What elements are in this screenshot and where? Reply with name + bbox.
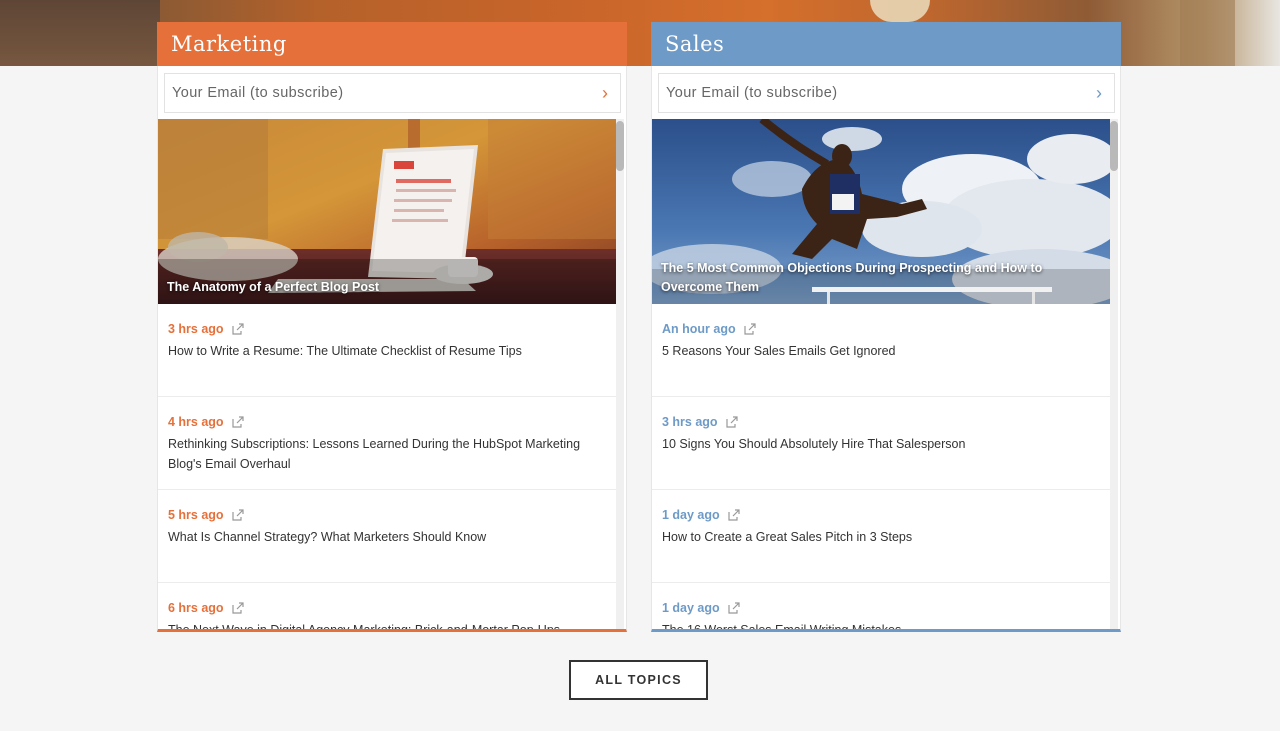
share-icon[interactable] xyxy=(725,416,738,428)
scrollbar-thumb[interactable] xyxy=(616,121,624,171)
chevron-right-icon[interactable]: › xyxy=(1096,84,1102,102)
column-title: Marketing xyxy=(171,32,287,56)
featured-post[interactable]: The Anatomy of a Perfect Blog Post xyxy=(158,119,616,304)
all-topics-label: ALL TOPICS xyxy=(595,673,682,687)
share-icon[interactable] xyxy=(231,323,244,335)
featured-post-title[interactable]: The Anatomy of a Perfect Blog Post xyxy=(167,278,596,297)
feed-scrollbar[interactable] xyxy=(616,119,624,629)
post-meta: 1 day ago xyxy=(662,601,1100,615)
post-meta: 6 hrs ago xyxy=(168,601,606,615)
hero-shape xyxy=(1180,0,1235,66)
post-title[interactable]: How to Create a Great Sales Pitch in 3 S… xyxy=(662,527,1100,547)
scrollbar-thumb[interactable] xyxy=(1110,121,1118,171)
post-title[interactable]: The 16 Worst Sales Email Writing Mistake… xyxy=(662,620,1100,629)
post-time: 5 hrs ago xyxy=(168,508,224,522)
list-item[interactable]: 1 day ago How to Create a Great Sales Pi… xyxy=(652,490,1110,583)
marketing-column: Marketing › xyxy=(157,22,627,632)
hero-shape xyxy=(870,0,930,22)
post-meta: 3 hrs ago xyxy=(168,322,606,336)
share-icon[interactable] xyxy=(231,509,244,521)
share-icon[interactable] xyxy=(231,602,244,614)
post-title[interactable]: 10 Signs You Should Absolutely Hire That… xyxy=(662,434,1100,454)
post-meta: 4 hrs ago xyxy=(168,415,606,429)
list-item[interactable]: 5 hrs ago What Is Channel Strategy? What… xyxy=(158,490,616,583)
post-meta: 3 hrs ago xyxy=(662,415,1100,429)
list-item[interactable]: 6 hrs ago The Next Wave in Digital Agenc… xyxy=(158,583,616,629)
sales-header: Sales xyxy=(651,22,1121,66)
email-subscribe-input[interactable] xyxy=(666,85,1066,101)
share-icon[interactable] xyxy=(744,323,756,335)
post-time: An hour ago xyxy=(662,322,736,336)
post-title[interactable]: The Next Wave in Digital Agency Marketin… xyxy=(168,620,606,629)
post-meta: 1 day ago xyxy=(662,508,1100,522)
post-title[interactable]: What Is Channel Strategy? What Marketers… xyxy=(168,527,606,547)
post-meta: 5 hrs ago xyxy=(168,508,606,522)
laptop-blog-photo xyxy=(158,119,616,304)
feed-scrollbar[interactable] xyxy=(1110,119,1118,629)
featured-post-title[interactable]: The 5 Most Common Objections During Pros… xyxy=(661,259,1090,297)
post-title[interactable]: Rethinking Subscriptions: Lessons Learne… xyxy=(168,434,606,474)
post-time: 3 hrs ago xyxy=(168,322,224,336)
sales-column: Sales › xyxy=(651,22,1121,632)
list-item[interactable]: 4 hrs ago Rethinking Subscriptions: Less… xyxy=(158,397,616,490)
post-time: 3 hrs ago xyxy=(662,415,718,429)
post-time: 1 day ago xyxy=(662,508,720,522)
column-title: Sales xyxy=(665,32,725,56)
post-title[interactable]: How to Write a Resume: The Ultimate Chec… xyxy=(168,341,606,361)
share-icon[interactable] xyxy=(728,602,740,614)
hero-shape xyxy=(0,0,160,66)
marketing-header: Marketing xyxy=(157,22,627,66)
post-time: 6 hrs ago xyxy=(168,601,224,615)
sales-body: › xyxy=(651,66,1121,632)
sales-feed[interactable]: The 5 Most Common Objections During Pros… xyxy=(652,119,1110,629)
list-item[interactable]: 1 day ago The 16 Worst Sales Email Writi… xyxy=(652,583,1110,629)
list-item[interactable]: An hour ago 5 Reasons Your Sales Emails … xyxy=(652,304,1110,397)
list-item[interactable]: 3 hrs ago How to Write a Resume: The Ult… xyxy=(158,304,616,397)
share-icon[interactable] xyxy=(728,509,740,521)
post-time: 1 day ago xyxy=(662,601,720,615)
marketing-body: › xyxy=(157,66,627,632)
subscribe-form: › xyxy=(658,73,1115,113)
all-topics-button[interactable]: ALL TOPICS xyxy=(569,660,708,700)
chevron-right-icon[interactable]: › xyxy=(602,84,608,102)
email-subscribe-input[interactable] xyxy=(172,85,572,101)
marketing-feed[interactable]: The Anatomy of a Perfect Blog Post 3 hrs… xyxy=(158,119,616,629)
subscribe-form: › xyxy=(164,73,621,113)
list-item[interactable]: 3 hrs ago 10 Signs You Should Absolutely… xyxy=(652,397,1110,490)
post-time: 4 hrs ago xyxy=(168,415,224,429)
post-title[interactable]: 5 Reasons Your Sales Emails Get Ignored xyxy=(662,341,1100,361)
share-icon[interactable] xyxy=(231,416,244,428)
featured-post[interactable]: The 5 Most Common Objections During Pros… xyxy=(652,119,1110,304)
post-meta: An hour ago xyxy=(662,322,1100,336)
